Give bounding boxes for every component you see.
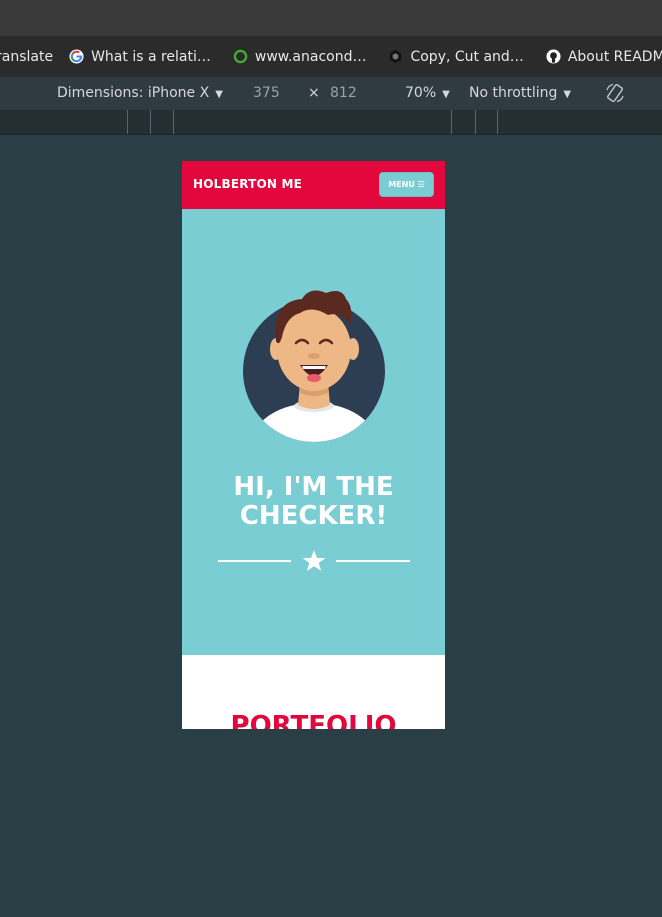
bookmark-label: Copy, Cut and… — [410, 48, 524, 65]
bookmark-anaconda[interactable]: www.anacond… — [233, 48, 367, 65]
github-icon — [546, 49, 561, 64]
media-query-ruler — [0, 110, 662, 135]
ruler-tick — [497, 110, 498, 134]
throttling-label: No throttling — [469, 85, 558, 101]
portfolio-section: PORTFOLIO — [182, 655, 445, 729]
star-divider — [218, 547, 410, 575]
avatar-illustration — [242, 281, 386, 443]
hero-title: HI, I'M THE CHECKER! — [233, 472, 394, 531]
google-icon — [69, 49, 84, 64]
menu-button[interactable]: MENU ☰ — [379, 172, 434, 197]
bookmark-relational[interactable]: What is a relati… — [69, 49, 211, 65]
anaconda-icon — [233, 49, 248, 64]
bookmark-label: ranslate — [0, 48, 54, 65]
height-input[interactable]: 812 — [330, 85, 357, 101]
zoom-select[interactable]: 70% ▼ — [405, 85, 450, 101]
chevron-down-icon: ▼ — [563, 89, 572, 100]
bookmark-label: www.anacond… — [254, 48, 367, 65]
star-icon — [302, 550, 326, 571]
dimensions-select[interactable]: Dimensions: iPhone X ▼ — [57, 85, 223, 101]
rotate-icon[interactable] — [604, 82, 626, 108]
portfolio-title: PORTFOLIO — [230, 711, 397, 729]
bookmark-label: About READM… — [567, 48, 662, 65]
device-toolbar: Dimensions: iPhone X ▼ 375 × 812 70% ▼ No … — [0, 77, 662, 110]
ruler-tick — [451, 110, 452, 134]
ruler-tick — [150, 110, 151, 134]
dimensions-label: Dimensions: iPhone X — [57, 85, 210, 101]
throttling-select[interactable]: No throttling ▼ — [469, 85, 571, 101]
site-navbar: HOLBERTON ME MENU ☰ — [182, 161, 445, 209]
browser-top-strip — [0, 0, 662, 36]
hexagon-icon — [388, 49, 403, 64]
hero-section: HI, I'M THE CHECKER! — [182, 209, 445, 655]
bookmark-translate[interactable]: ranslate — [0, 49, 53, 65]
ruler-tick — [127, 110, 128, 134]
bookmark-readme[interactable]: About READM… — [546, 49, 662, 65]
device-viewport: HOLBERTON ME MENU ☰ HI, I'M THE CHECKER!… — [182, 161, 445, 729]
bookmark-label: What is a relati… — [91, 48, 211, 65]
ruler-tick — [475, 110, 476, 134]
bookmark-copy-cut[interactable]: Copy, Cut and… — [388, 48, 524, 65]
bookmarks-bar: ranslate What is a relati… www.anacond… — [0, 36, 662, 77]
chevron-down-icon: ▼ — [215, 89, 223, 100]
ruler-tick — [173, 110, 174, 134]
times-sign: × — [308, 85, 320, 101]
chevron-down-icon: ▼ — [442, 89, 450, 100]
zoom-label: 70% — [405, 85, 437, 101]
site-brand[interactable]: HOLBERTON ME — [193, 177, 302, 191]
width-input[interactable]: 375 — [253, 85, 280, 101]
